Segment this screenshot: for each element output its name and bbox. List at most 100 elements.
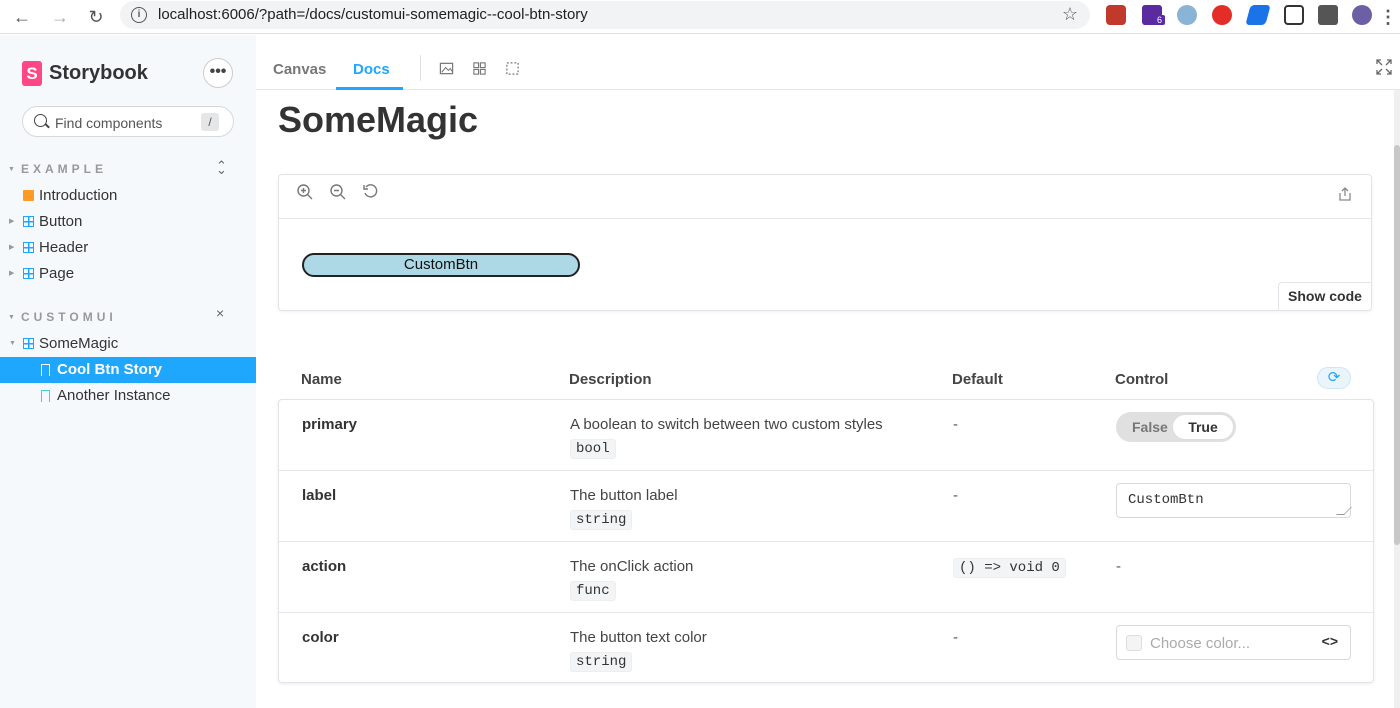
story-preview: CustomBtn Show code xyxy=(278,174,1372,311)
component-icon xyxy=(23,242,34,253)
color-picker-input[interactable]: Choose color... <> xyxy=(1116,625,1351,660)
page-title: SomeMagic xyxy=(278,99,479,140)
sidebar-item-label: SomeMagic xyxy=(39,335,119,352)
column-header-description: Description xyxy=(569,371,652,388)
sidebar-item-header[interactable]: ▶ Header xyxy=(0,235,256,261)
puzzle-icon[interactable] xyxy=(1318,5,1338,25)
scrollbar-thumb[interactable] xyxy=(1394,145,1400,545)
zoom-in-icon[interactable] xyxy=(296,183,314,201)
site-info-icon[interactable]: i xyxy=(131,7,147,23)
scrollbar[interactable] xyxy=(1394,90,1400,708)
arg-description-text: A boolean to switch between two custom s… xyxy=(570,416,883,433)
arg-name: action xyxy=(302,558,347,575)
sidebar-item-cool-btn-story[interactable]: Cool Btn Story xyxy=(0,357,256,383)
sidebar-item-somemagic[interactable]: ▼ SomeMagic xyxy=(0,331,256,357)
back-icon[interactable]: ← xyxy=(10,5,34,29)
browser-toolbar: ← → ↻ i localhost:6006/?path=/docs/custo… xyxy=(0,0,1400,34)
table-row: color The button text color string - Cho… xyxy=(279,613,1373,684)
preview-toolbar: Canvas Docs xyxy=(256,35,1400,90)
grid-icon[interactable] xyxy=(472,61,487,76)
caret-right-icon: ▶ xyxy=(9,244,15,251)
fullscreen-icon[interactable] xyxy=(1376,59,1392,75)
sidebar-item-another-instance[interactable]: Another Instance xyxy=(0,383,256,409)
background-image-icon[interactable] xyxy=(439,61,454,76)
arg-control: False True xyxy=(1116,412,1236,442)
toggle-false-option[interactable]: False xyxy=(1132,419,1168,435)
group-header-example[interactable]: ▼ EXAMPLE xyxy=(8,162,107,176)
toggle-true-option[interactable]: True xyxy=(1172,414,1234,440)
arg-type: bool xyxy=(570,439,616,459)
arg-name: primary xyxy=(302,416,358,433)
main-panel: Canvas Docs SomeMagic CustomBtn Show cod… xyxy=(256,35,1400,708)
color-swatch[interactable] xyxy=(1126,635,1142,651)
component-icon xyxy=(23,216,34,227)
arg-default: - xyxy=(953,416,958,433)
zoom-out-icon[interactable] xyxy=(329,183,347,201)
arg-default: () => void 0 xyxy=(953,558,1066,578)
caret-down-icon: ▼ xyxy=(8,166,15,174)
arg-type: string xyxy=(570,510,633,530)
arg-default-code: () => void 0 xyxy=(953,558,1066,578)
bookmark-star-icon[interactable]: ☆ xyxy=(1062,4,1078,25)
extension-icon[interactable] xyxy=(1106,5,1126,25)
storybook-logo[interactable]: S Storybook xyxy=(22,60,148,86)
arg-description-text: The onClick action xyxy=(570,558,694,575)
search-placeholder: Find components xyxy=(55,115,163,131)
extension-icon[interactable] xyxy=(1177,5,1197,25)
reset-zoom-icon[interactable] xyxy=(362,183,380,201)
search-input[interactable]: Find components / xyxy=(22,106,234,137)
storybook-logo-icon: S xyxy=(22,60,42,86)
refresh-icon: ⟳ xyxy=(1327,369,1341,386)
arg-description-text: The button label xyxy=(570,487,678,504)
avatar[interactable] xyxy=(1352,5,1372,25)
caret-right-icon: ▶ xyxy=(9,218,15,225)
extension-icon[interactable] xyxy=(1212,5,1232,25)
args-table: primary A boolean to switch between two … xyxy=(278,399,1374,683)
sidebar-item-label: Button xyxy=(39,213,83,230)
code-toggle-icon[interactable]: <> xyxy=(1322,633,1338,649)
extension-icon[interactable]: 6 xyxy=(1142,5,1166,25)
group-title: CUSTOMUI xyxy=(20,310,117,324)
extension-icon[interactable] xyxy=(1284,5,1304,25)
arg-description-text: The button text color xyxy=(570,629,707,646)
group-title: EXAMPLE xyxy=(20,162,107,176)
column-header-control: Control xyxy=(1115,371,1169,388)
sidebar-item-button[interactable]: ▶ Button xyxy=(0,209,256,235)
more-menu-button[interactable]: ••• xyxy=(203,58,233,88)
caret-down-icon: ▼ xyxy=(8,314,15,322)
resize-handle[interactable] xyxy=(1336,507,1352,515)
reload-icon[interactable]: ↻ xyxy=(84,5,108,29)
show-code-button[interactable]: Show code xyxy=(1278,282,1371,310)
document-icon xyxy=(23,190,34,201)
sidebar-item-introduction[interactable]: Introduction xyxy=(0,183,256,209)
arg-control: Choose color... <> xyxy=(1116,625,1351,660)
menu-icon[interactable]: ⋮ xyxy=(1376,5,1400,29)
table-row: action The onClick action func () => voi… xyxy=(279,542,1373,613)
boolean-toggle[interactable]: False True xyxy=(1116,412,1236,442)
custom-btn-preview[interactable]: CustomBtn xyxy=(302,253,580,277)
share-icon[interactable] xyxy=(1337,186,1353,202)
forward-icon[interactable]: → xyxy=(48,5,72,29)
tab-docs[interactable]: Docs xyxy=(353,61,390,78)
caret-right-icon: ▶ xyxy=(9,270,15,277)
collapse-icon[interactable]: × xyxy=(216,305,224,321)
bookmark-icon xyxy=(41,364,50,376)
sidebar-item-label: Page xyxy=(39,265,75,282)
label-text-input[interactable]: CustomBtn xyxy=(1116,483,1352,518)
label-input-value: CustomBtn xyxy=(1128,492,1204,508)
color-placeholder: Choose color... xyxy=(1150,635,1251,652)
sidebar: S Storybook ••• Find components / ▼ EXAMP… xyxy=(0,35,256,708)
address-bar[interactable]: i localhost:6006/?path=/docs/customui-so… xyxy=(120,1,1090,29)
outline-icon[interactable] xyxy=(505,61,520,76)
arg-description: A boolean to switch between two custom s… xyxy=(570,416,883,459)
component-icon xyxy=(23,268,34,279)
sidebar-item-page[interactable]: ▶ Page xyxy=(0,261,256,287)
column-header-name: Name xyxy=(301,371,342,388)
tab-canvas[interactable]: Canvas xyxy=(273,61,326,78)
caret-down-icon: ▼ xyxy=(9,340,16,347)
arg-type: func xyxy=(570,581,616,601)
group-header-customui[interactable]: ▼ CUSTOMUI xyxy=(8,310,117,324)
extension-icon[interactable] xyxy=(1245,5,1271,25)
reset-controls-button[interactable]: ⟳ xyxy=(1317,367,1351,389)
extension-badge: 6 xyxy=(1154,15,1166,25)
